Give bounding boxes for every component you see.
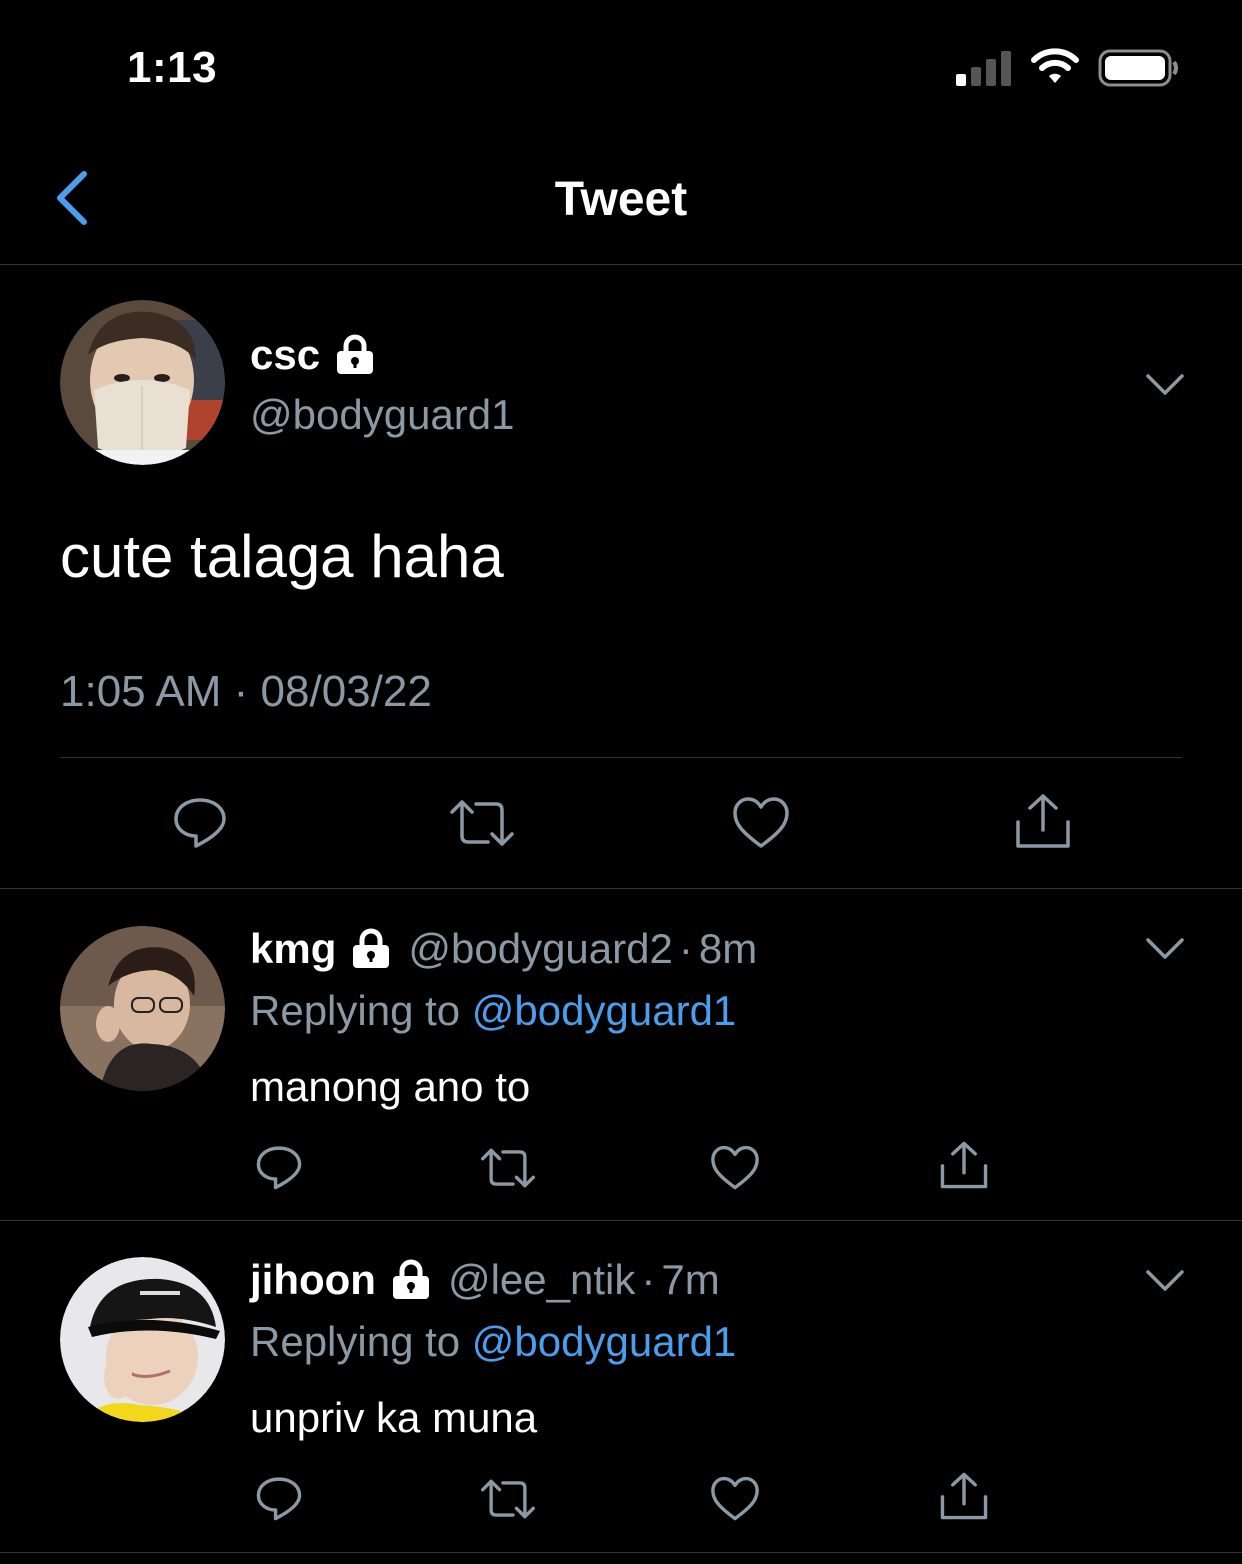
reply-button[interactable] bbox=[255, 1474, 303, 1522]
lock-icon bbox=[353, 928, 390, 968]
reply-divider bbox=[0, 1552, 1242, 1553]
author-handle[interactable]: @lee_ntik bbox=[448, 1255, 635, 1305]
avatar[interactable] bbox=[60, 1257, 225, 1422]
share-button[interactable] bbox=[1014, 792, 1072, 850]
like-button[interactable] bbox=[710, 1145, 760, 1191]
relative-time: 7m bbox=[661, 1256, 720, 1303]
lock-icon bbox=[337, 334, 374, 374]
retweet-button[interactable] bbox=[450, 796, 514, 850]
cellular-signal-icon bbox=[956, 51, 1011, 86]
status-time: 1:13 bbox=[127, 43, 218, 92]
like-icon bbox=[711, 1145, 759, 1190]
author-name-row: csc bbox=[250, 330, 376, 380]
reply-divider bbox=[0, 1220, 1242, 1221]
battery-icon bbox=[1098, 49, 1178, 87]
reply-button[interactable] bbox=[172, 794, 228, 850]
reply-button[interactable] bbox=[255, 1143, 303, 1191]
retweet-icon bbox=[481, 1479, 535, 1519]
chevron-down-icon[interactable] bbox=[1145, 1268, 1185, 1294]
header-divider bbox=[0, 264, 1242, 265]
share-button[interactable] bbox=[939, 1140, 989, 1190]
share-icon bbox=[940, 1472, 988, 1520]
retweet-button[interactable] bbox=[481, 1145, 535, 1191]
like-icon bbox=[711, 1476, 759, 1521]
avatar[interactable] bbox=[60, 926, 225, 1091]
page-title: Tweet bbox=[554, 173, 688, 226]
chevron-down-icon[interactable] bbox=[1145, 936, 1185, 962]
replying-to: Replying to @bodyguard1 bbox=[250, 986, 736, 1036]
reply-header: jihoon @lee_ntik · 7m bbox=[250, 1255, 720, 1305]
mention-link[interactable]: @bodyguard1 bbox=[472, 1318, 737, 1365]
like-button[interactable] bbox=[710, 1476, 760, 1522]
author-name[interactable]: csc bbox=[250, 330, 320, 380]
avatar[interactable] bbox=[60, 300, 225, 465]
reply-text: manong ano to bbox=[250, 1063, 531, 1110]
reply-icon bbox=[256, 1146, 302, 1190]
retweet-icon bbox=[450, 800, 514, 846]
author-name[interactable]: kmg bbox=[250, 924, 336, 974]
replying-to: Replying to @bodyguard1 bbox=[250, 1317, 736, 1367]
separator: · bbox=[641, 1256, 656, 1303]
mention-link[interactable]: @bodyguard1 bbox=[472, 987, 737, 1034]
wifi-icon bbox=[1031, 48, 1079, 83]
like-icon bbox=[733, 797, 789, 848]
share-button[interactable] bbox=[939, 1471, 989, 1521]
author-handle[interactable]: @bodyguard2 bbox=[408, 924, 673, 974]
reply-icon bbox=[256, 1477, 302, 1521]
replying-to-label: Replying to bbox=[250, 1318, 461, 1365]
relative-time: 8m bbox=[698, 925, 758, 972]
share-icon bbox=[1016, 794, 1070, 848]
reply-header: kmg @bodyguard2 · 8m bbox=[250, 924, 757, 974]
author-handle[interactable]: @bodyguard1 bbox=[250, 390, 515, 440]
lock-icon bbox=[392, 1259, 429, 1299]
separator: · bbox=[678, 925, 693, 972]
retweet-button[interactable] bbox=[481, 1476, 535, 1522]
tweet-timestamp: 1:05 AM · 08/03/22 bbox=[60, 667, 432, 716]
chevron-down-icon[interactable] bbox=[1145, 372, 1185, 398]
author-name[interactable]: jihoon bbox=[250, 1255, 376, 1305]
like-button[interactable] bbox=[732, 796, 790, 850]
share-icon bbox=[940, 1141, 988, 1189]
retweet-icon bbox=[481, 1148, 535, 1188]
reply-icon bbox=[174, 798, 226, 848]
reply-text: unpriv ka muna bbox=[250, 1394, 538, 1441]
tweet-divider-bottom bbox=[0, 888, 1242, 889]
replying-to-label: Replying to bbox=[250, 987, 461, 1034]
tweet-divider bbox=[60, 757, 1182, 758]
tweet-text: cute talaga haha bbox=[60, 523, 504, 590]
